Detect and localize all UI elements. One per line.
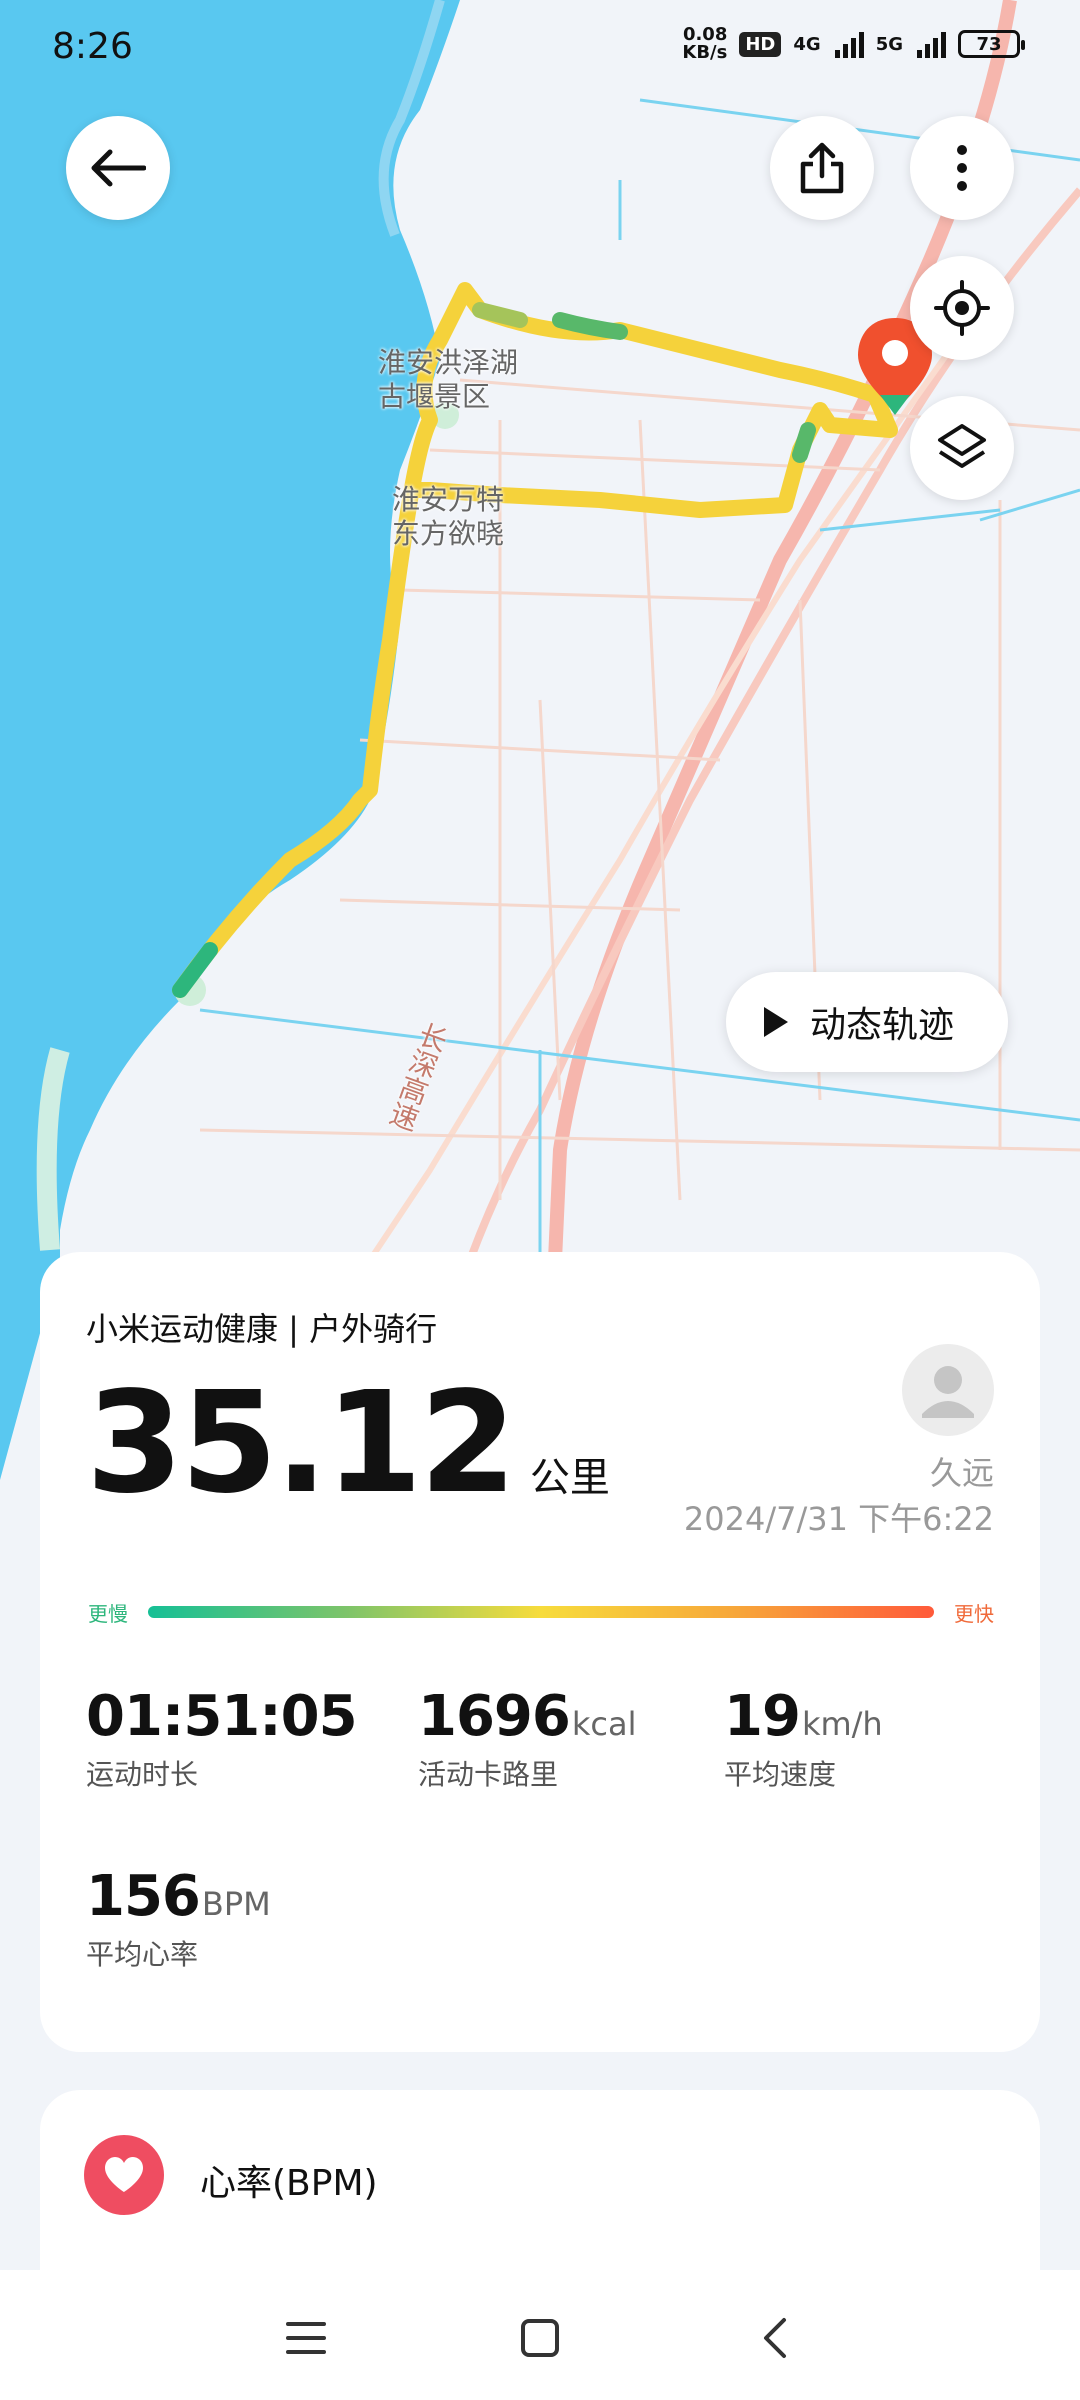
stat-label: 平均速度 [724, 1758, 837, 1791]
stat-unit: km/h [801, 1705, 883, 1743]
play-icon [764, 1007, 788, 1037]
crosshair-icon [934, 280, 990, 336]
avatar[interactable] [902, 1344, 994, 1436]
network-speed: 0.08 KB/s [682, 26, 727, 62]
more-vertical-icon [957, 145, 967, 191]
signal-strength-icon [834, 30, 864, 58]
system-navigation-bar [0, 2270, 1080, 2400]
map-label-line: 东方欲晓 [392, 517, 505, 550]
back-button[interactable] [66, 116, 170, 220]
share-icon [800, 142, 844, 194]
map-label-line: 淮安万特 [392, 483, 505, 516]
arrow-left-icon [91, 149, 146, 187]
legend-fast-label: 更快 [954, 1602, 994, 1626]
status-indicators: 0.08 KB/s HD 4G 5G 73 [682, 26, 1025, 62]
heart-rate-icon-badge [84, 2135, 164, 2215]
map-label-scenic-area: 淮安洪泽湖 古堰景区 [378, 346, 518, 414]
replay-track-label: 动态轨迹 [810, 1005, 955, 1046]
network-type-4g: 4G [793, 33, 821, 55]
heart-icon [105, 2157, 143, 2192]
stat-avg-speed: 19km/h 平均速度 [724, 1684, 883, 1793]
heart-rate-section[interactable]: 心率(BPM) [40, 2090, 1040, 2270]
recent-apps-button[interactable] [266, 2298, 346, 2378]
speed-gradient-bar [148, 1606, 934, 1618]
stat-duration: 01:51:05 运动时长 [86, 1684, 359, 1793]
stat-avg-heart-rate: 156BPM 平均心率 [86, 1864, 271, 1973]
replay-track-button[interactable]: 动态轨迹 [726, 972, 1008, 1072]
more-button[interactable] [910, 116, 1014, 220]
workout-date-time: 2024/7/31 下午6:22 [683, 1500, 994, 1538]
network-speed-unit: KB/s [682, 42, 728, 63]
stat-label: 运动时长 [86, 1758, 199, 1791]
hd-voice-badge: HD [739, 31, 782, 57]
stat-value: 01:51:05 [86, 1684, 358, 1749]
system-back-button[interactable] [734, 2298, 814, 2378]
signal-strength-icon [917, 30, 946, 58]
home-icon [521, 2319, 559, 2357]
stat-label: 活动卡路里 [418, 1758, 559, 1791]
stat-calories: 1696kcal 活动卡路里 [418, 1684, 636, 1793]
stat-label: 平均心率 [86, 1938, 199, 1971]
network-type-5g: 5G [875, 33, 903, 55]
stat-unit: BPM [201, 1885, 271, 1923]
stat-value: 1696 [418, 1684, 571, 1749]
stat-value: 19 [724, 1684, 801, 1749]
speed-legend: 更慢 更快 [88, 1596, 994, 1632]
stat-unit: kcal [571, 1705, 637, 1743]
locate-button[interactable] [910, 256, 1014, 360]
back-chevron-icon [764, 2318, 786, 2358]
battery-icon: 73 [958, 30, 1025, 58]
map-label-line: 淮安洪泽湖 [378, 346, 519, 379]
distance-value: 35.12 [86, 1362, 517, 1525]
legend-slow-label: 更慢 [88, 1602, 128, 1626]
map-label-poi: 淮安万特 东方欲晓 [392, 483, 504, 551]
workout-title: 小米运动健康 | 户外骑行 [86, 1310, 438, 1348]
layers-button[interactable] [910, 396, 1014, 500]
heart-rate-title: 心率(BPM) [200, 2163, 378, 2204]
user-avatar-icon [922, 1366, 974, 1418]
map-label-line: 古堰景区 [378, 380, 491, 413]
workout-summary-card: 小米运动健康 | 户外骑行 35.12 公里 久远 2024/7/31 下午6:… [40, 1252, 1040, 2052]
status-time: 8:26 [52, 26, 133, 67]
home-button[interactable] [500, 2298, 580, 2378]
distance-display: 35.12 公里 [86, 1362, 610, 1525]
user-name: 久远 [929, 1454, 994, 1492]
menu-icon [286, 2322, 326, 2354]
distance-unit: 公里 [529, 1455, 610, 1501]
status-bar: 8:26 0.08 KB/s HD 4G 5G 73 [0, 0, 1080, 100]
layers-icon [938, 424, 986, 468]
stat-value: 156 [86, 1864, 201, 1929]
share-button[interactable] [770, 116, 874, 220]
battery-level: 73 [976, 33, 1002, 55]
